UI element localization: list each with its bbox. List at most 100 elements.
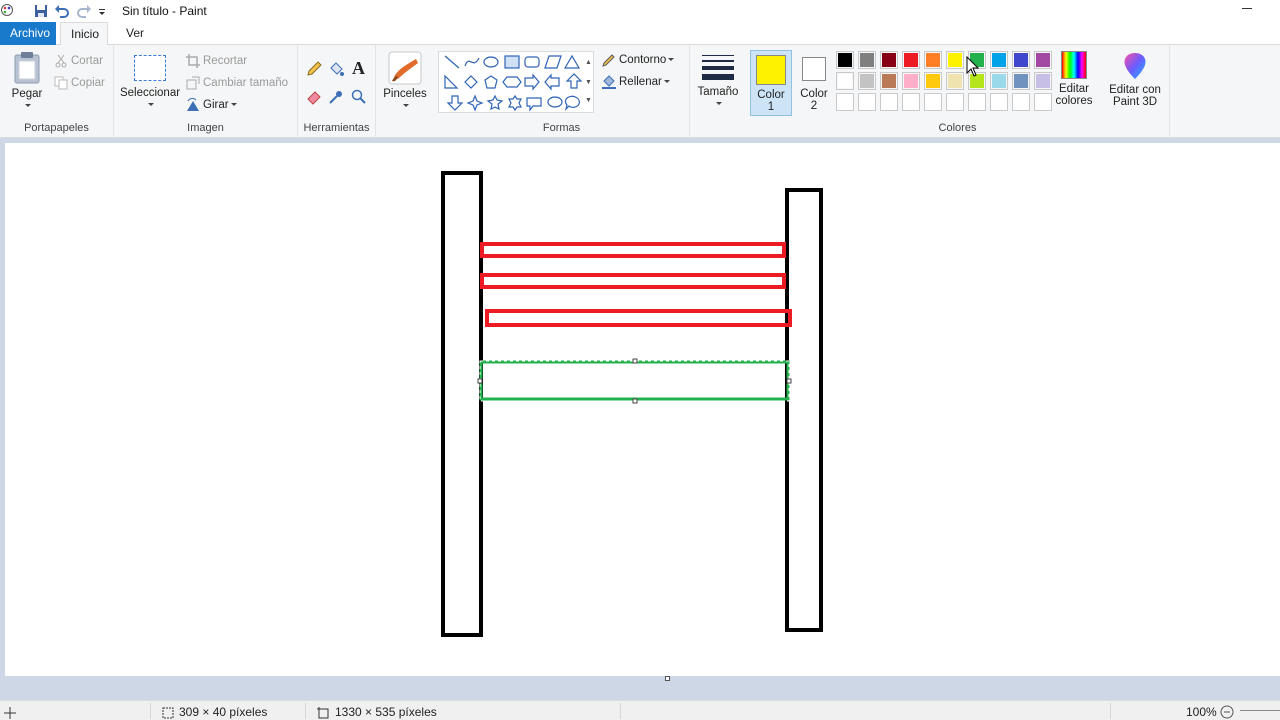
rail-3 bbox=[485, 309, 792, 327]
selection-marquee[interactable] bbox=[479, 360, 790, 402]
eraser-icon[interactable] bbox=[306, 89, 322, 105]
color1-label: Color bbox=[757, 89, 785, 101]
color2-number: 2 bbox=[810, 100, 818, 112]
selected-rail bbox=[479, 360, 790, 401]
selection-handle[interactable] bbox=[786, 378, 792, 384]
edit-colors-line2: colores bbox=[1055, 95, 1093, 107]
resize-button[interactable]: Cambiar tamaño bbox=[186, 74, 288, 92]
edit-with-paint3d-button[interactable]: Editar con Paint 3D bbox=[1102, 51, 1168, 117]
palette-swatch[interactable] bbox=[1034, 72, 1052, 90]
palette-swatch[interactable] bbox=[836, 72, 854, 90]
outline-dropdown-icon[interactable] bbox=[668, 58, 675, 62]
color1-button[interactable]: Color 1 bbox=[750, 50, 792, 116]
status-separator bbox=[305, 703, 306, 719]
palette-swatch[interactable] bbox=[880, 51, 898, 69]
custom-color-slot[interactable] bbox=[836, 93, 854, 111]
zoom-out-icon[interactable] bbox=[1220, 704, 1234, 720]
brushes-button[interactable]: Pinceles bbox=[382, 51, 428, 115]
shapes-scroll-up-icon[interactable]: ▲ bbox=[585, 59, 592, 66]
selection-handle[interactable] bbox=[632, 398, 638, 404]
palette-swatch[interactable] bbox=[836, 51, 854, 69]
palette-swatch[interactable] bbox=[902, 72, 920, 90]
custom-color-slot[interactable] bbox=[902, 93, 920, 111]
color2-swatch bbox=[802, 57, 826, 81]
clipboard-group-label: Portapapeles bbox=[24, 122, 89, 134]
custom-color-slot[interactable] bbox=[858, 93, 876, 111]
custom-color-slot[interactable] bbox=[990, 93, 1008, 111]
resize-icon bbox=[186, 76, 200, 90]
rotate-dropdown-icon[interactable] bbox=[230, 103, 237, 107]
undo-icon[interactable] bbox=[54, 3, 70, 19]
tools-group-label: Herramientas bbox=[303, 122, 370, 134]
palette-swatch[interactable] bbox=[902, 51, 920, 69]
fill-bucket-icon[interactable] bbox=[328, 61, 344, 77]
tab-home[interactable]: Inicio bbox=[60, 22, 108, 46]
fill-dropdown-icon[interactable] bbox=[663, 80, 670, 84]
color2-button[interactable]: Color 2 bbox=[794, 50, 834, 116]
palette-swatch[interactable] bbox=[990, 51, 1008, 69]
clipboard-icon bbox=[14, 52, 40, 84]
paint3d-icon bbox=[1124, 53, 1146, 79]
palette-swatch[interactable] bbox=[990, 72, 1008, 90]
drawing-layer[interactable] bbox=[5, 143, 1280, 676]
palette-swatch[interactable] bbox=[946, 72, 964, 90]
palette-swatch[interactable] bbox=[924, 72, 942, 90]
brushes-group: Pinceles bbox=[376, 45, 434, 138]
tab-view[interactable]: Ver bbox=[116, 22, 154, 45]
zoom-slider[interactable] bbox=[1240, 710, 1280, 711]
shapes-gallery[interactable] bbox=[438, 51, 594, 113]
tab-file[interactable]: Archivo bbox=[0, 22, 56, 45]
magnifier-icon[interactable] bbox=[351, 89, 367, 105]
line-size-icon bbox=[702, 55, 734, 80]
palette-swatch[interactable] bbox=[946, 51, 964, 69]
palette-swatch[interactable] bbox=[858, 72, 876, 90]
shapes-scroll-down-icon[interactable]: ▼ bbox=[585, 79, 592, 86]
size-button[interactable]: Tamaño bbox=[694, 53, 742, 115]
selection-handle[interactable] bbox=[477, 378, 483, 384]
color-palette bbox=[836, 51, 1054, 115]
palette-swatch[interactable] bbox=[1012, 72, 1030, 90]
custom-color-slot[interactable] bbox=[924, 93, 942, 111]
cut-button[interactable]: Cortar bbox=[54, 52, 103, 70]
custom-color-slot[interactable] bbox=[1034, 93, 1052, 111]
paste-button[interactable]: Pegar bbox=[6, 51, 48, 115]
edit-colors-button[interactable]: Editar colores bbox=[1052, 51, 1096, 117]
brushes-dropdown-icon[interactable] bbox=[403, 104, 409, 108]
clipboard-group: Pegar Cortar Copiar Portapapeles bbox=[0, 45, 114, 138]
save-icon[interactable] bbox=[33, 3, 49, 19]
color1-number: 1 bbox=[767, 101, 775, 113]
fill-button[interactable]: Rellenar bbox=[602, 73, 670, 91]
custom-color-slot[interactable] bbox=[946, 93, 964, 111]
text-tool-icon[interactable]: A bbox=[352, 58, 365, 79]
select-rectangle-icon bbox=[134, 55, 166, 81]
palette-swatch[interactable] bbox=[880, 72, 898, 90]
resize-label: Cambiar tamaño bbox=[203, 77, 289, 89]
custom-color-slot[interactable] bbox=[880, 93, 898, 111]
palette-swatch[interactable] bbox=[1034, 51, 1052, 69]
palette-swatch[interactable] bbox=[858, 51, 876, 69]
select-button[interactable]: Seleccionar bbox=[118, 53, 182, 113]
copy-button[interactable]: Copiar bbox=[54, 74, 105, 92]
pencil-icon[interactable] bbox=[306, 61, 322, 77]
paint-app-icon[interactable] bbox=[0, 3, 14, 17]
size-dropdown-icon[interactable] bbox=[716, 102, 722, 106]
drawing-canvas[interactable] bbox=[5, 143, 1280, 676]
customize-quick-access-icon[interactable] bbox=[97, 3, 107, 19]
canvas-resize-handle[interactable] bbox=[665, 676, 670, 681]
color-picker-icon[interactable] bbox=[328, 89, 344, 105]
custom-color-slot[interactable] bbox=[1012, 93, 1030, 111]
crop-button[interactable]: Recortar bbox=[186, 52, 247, 70]
rotate-label: Girar bbox=[203, 99, 229, 111]
custom-color-slot[interactable] bbox=[968, 93, 986, 111]
redo-icon[interactable] bbox=[76, 3, 92, 19]
paste-dropdown-icon[interactable] bbox=[25, 104, 31, 108]
palette-swatch[interactable] bbox=[1012, 51, 1030, 69]
shapes-expand-icon[interactable]: ▼ bbox=[585, 97, 592, 104]
select-dropdown-icon[interactable] bbox=[148, 103, 154, 107]
rotate-button[interactable]: Girar bbox=[186, 96, 237, 114]
palette-swatch[interactable] bbox=[924, 51, 942, 69]
selection-handle[interactable] bbox=[632, 358, 638, 364]
outline-button[interactable]: Contorno bbox=[602, 51, 675, 69]
minimize-button[interactable] bbox=[1242, 8, 1252, 9]
color-spectrum-icon bbox=[1061, 51, 1087, 79]
